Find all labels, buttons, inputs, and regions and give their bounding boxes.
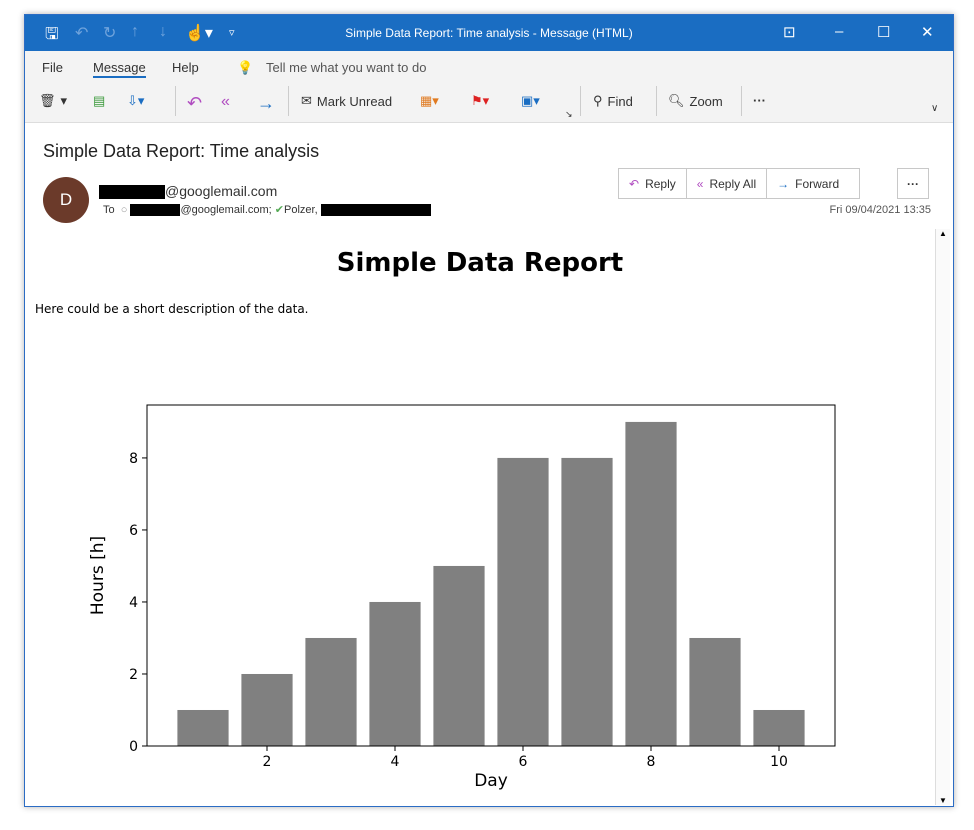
minimize-icon[interactable]: – (835, 23, 843, 40)
x-tick-label: 8 (647, 754, 656, 770)
reply-icon: ↶ (629, 176, 640, 191)
find-label: Find (607, 93, 633, 109)
mark-unread-button[interactable]: ✉ Mark Unread (301, 93, 392, 109)
tell-me-search[interactable]: Tell me what you want to do (266, 60, 426, 75)
trash-icon: 🗑 (39, 93, 56, 108)
to-label: To (103, 204, 115, 216)
sender-domain: @googlemail.com (165, 183, 278, 199)
bar-chart: 2 4 6 8 10 0 2 4 6 8 Day Hours [h] (88, 404, 836, 791)
redacted-block (320, 204, 431, 217)
y-tick-label: 0 (129, 739, 138, 755)
reply-icon[interactable]: ↶ (187, 93, 202, 114)
more-commands-button[interactable]: ··· (753, 93, 766, 108)
recipient-1[interactable]: @googlemail.com; (180, 204, 271, 216)
forward-icon[interactable]: → (257, 93, 275, 114)
forward-icon: → (777, 176, 790, 191)
lightbulb-icon: 💡 (237, 60, 254, 75)
y-axis-label: Hours [h] (88, 536, 108, 615)
envelope-icon: ✉ (301, 93, 312, 108)
y-tick-label: 4 (129, 595, 138, 611)
scroll-down-icon[interactable]: ▼ (936, 796, 950, 805)
magnifier-icon: 🔍︎ (668, 93, 685, 108)
scrollbar[interactable]: ▲ ▼ (935, 229, 950, 805)
x-axis-label: Day (474, 771, 508, 791)
presence-icon: ○ (120, 204, 128, 216)
find-button[interactable]: ⚲ Find (593, 93, 633, 109)
message-date: Fri 09/04/2021 13:35 (829, 204, 931, 216)
bar (753, 709, 805, 746)
recipient-2[interactable]: Polzer, (284, 204, 318, 216)
message-body: Simple Data Report Here could be a short… (25, 230, 935, 807)
bar (561, 457, 613, 746)
delete-button[interactable]: 🗑 ▾ (39, 93, 67, 109)
bar (369, 601, 421, 746)
flag-icon[interactable]: ⚑▾ (471, 93, 489, 109)
forward-label: Forward (795, 176, 840, 191)
reply-button[interactable]: ↶ Reply (619, 169, 687, 198)
redacted-block (99, 185, 165, 200)
tab-help[interactable]: Help (172, 60, 199, 75)
ribbon-display-icon[interactable]: ⊡ (783, 23, 796, 41)
x-tick-label: 10 (770, 754, 788, 770)
bar (497, 457, 549, 746)
dialog-launcher-icon[interactable]: ↘ (565, 109, 573, 120)
redacted-block (130, 204, 181, 217)
reply-label: Reply (645, 176, 676, 191)
x-tick-label: 4 (391, 754, 400, 770)
zoom-label: Zoom (689, 93, 723, 109)
recipients: To ○ @googlemail.com; ✔Polzer, (103, 203, 431, 217)
archive-button[interactable]: ▤ (93, 93, 105, 109)
reply-all-icon[interactable]: « (221, 93, 230, 111)
close-icon[interactable]: ✕ (921, 23, 934, 41)
scroll-up-icon[interactable]: ▲ (936, 229, 950, 238)
more-actions-button[interactable]: ··· (897, 168, 929, 199)
forward-button[interactable]: → Forward (767, 169, 859, 198)
window-title: Simple Data Report: Time analysis - Mess… (345, 26, 633, 40)
bar (177, 709, 229, 746)
title-bar: 🖫 ↶ ↻ ↑ ↓ ☝▾ ▿ Simple Data Report: Time … (25, 15, 953, 51)
y-tick-label: 8 (129, 451, 138, 467)
bar (689, 637, 741, 746)
avatar[interactable]: D (43, 177, 89, 223)
tab-file[interactable]: File (42, 60, 63, 75)
y-tick-label: 6 (129, 523, 138, 539)
categorize-icon[interactable]: ▦▾ (420, 93, 439, 109)
move-button[interactable]: ⇩▾ (127, 93, 144, 109)
y-tick-label: 2 (129, 667, 138, 683)
mark-unread-label: Mark Unread (316, 93, 393, 109)
policy-icon[interactable]: ▣▾ (521, 93, 540, 109)
response-buttons: ↶ Reply « Reply All → Forward (618, 168, 861, 199)
reply-all-icon: « (696, 176, 704, 191)
ribbon: File Message Help 💡 Tell me what you wan… (25, 51, 953, 123)
reply-all-button[interactable]: « Reply All (687, 169, 768, 198)
tab-message[interactable]: Message (93, 60, 146, 78)
x-tick-label: 2 (263, 754, 272, 770)
message-subject: Simple Data Report: Time analysis (43, 141, 320, 161)
reply-all-label: Reply All (709, 176, 757, 191)
zoom-button[interactable]: 🔍︎ Zoom (668, 93, 723, 109)
bar (241, 673, 293, 746)
search-icon: ⚲ (593, 93, 603, 108)
x-tick-label: 6 (519, 754, 528, 770)
sender[interactable]: @googlemail.com (99, 183, 278, 200)
bar (305, 637, 357, 746)
collapse-ribbon-icon[interactable]: ∨ (931, 103, 938, 114)
bar (433, 565, 485, 746)
bar (625, 421, 677, 746)
available-icon: ✔ (274, 204, 285, 216)
outlook-message-window: 🖫 ↶ ↻ ↑ ↓ ☝▾ ▿ Simple Data Report: Time … (24, 14, 954, 807)
maximize-icon[interactable]: ☐ (877, 23, 890, 41)
